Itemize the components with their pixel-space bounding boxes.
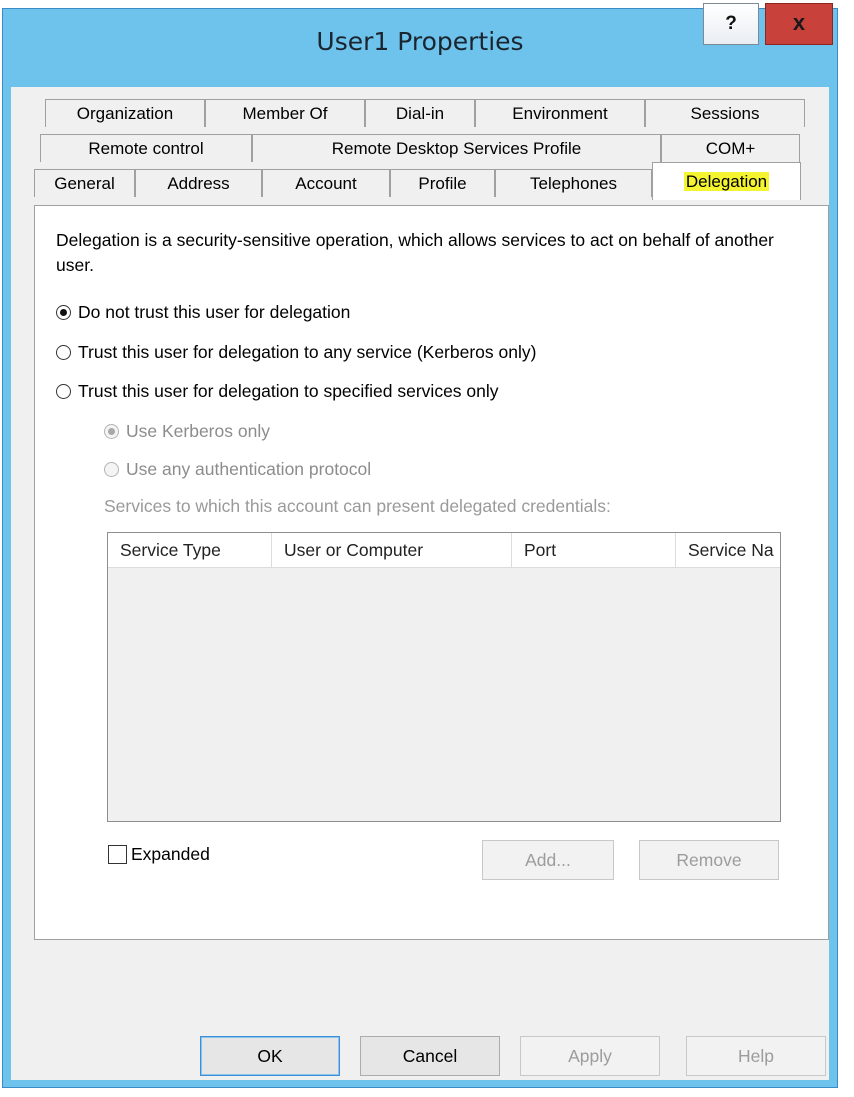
help-icon-button[interactable]: ? [703,3,759,45]
tab-remote-control[interactable]: Remote control [40,134,252,162]
radio-use-any-protocol-label: Use any authentication protocol [126,459,372,479]
expanded-checkbox-row[interactable]: Expanded [108,844,210,865]
tab-environment[interactable]: Environment [475,99,645,127]
close-icon-button[interactable]: x [765,3,833,45]
tab-dial-in[interactable]: Dial-in [365,99,475,127]
radio-empty-icon[interactable] [56,384,71,399]
ok-button[interactable]: OK [200,1036,340,1076]
add-button[interactable]: Add... [482,840,614,880]
radio-use-kerberos-label: Use Kerberos only [126,421,270,441]
cancel-button[interactable]: Cancel [360,1036,500,1076]
tab-com-plus[interactable]: COM+ [661,134,800,162]
radio-trust-specified-services[interactable]: Trust this user for delegation to specif… [56,381,499,402]
radio-empty-icon[interactable] [56,345,71,360]
tab-address[interactable]: Address [135,169,262,197]
tab-delegation-label: Delegation [683,172,770,191]
services-list-header: Service Type User or Computer Port Servi… [108,533,780,568]
radio-trust-specified-label: Trust this user for delegation to specif… [78,381,499,401]
tab-delegation[interactable]: Delegation [652,162,801,200]
radio-use-any-protocol[interactable]: Use any authentication protocol [104,459,371,480]
radio-selected-icon[interactable] [56,305,71,320]
column-port[interactable]: Port [512,533,676,567]
expanded-checkbox[interactable] [108,845,127,864]
help-button[interactable]: Help [686,1036,826,1076]
tab-profile[interactable]: Profile [390,169,495,197]
radio-do-not-trust[interactable]: Do not trust this user for delegation [56,302,350,323]
radio-trust-any-service[interactable]: Trust this user for delegation to any se… [56,342,536,363]
tab-general[interactable]: General [34,169,135,197]
radio-trust-any-service-label: Trust this user for delegation to any se… [78,342,537,362]
column-user-or-computer[interactable]: User or Computer [272,533,512,567]
tab-organization[interactable]: Organization [45,99,205,127]
radio-use-kerberos-only[interactable]: Use Kerberos only [104,421,270,442]
radio-empty-disabled-icon[interactable] [104,462,119,477]
tab-remote-desktop-services-profile[interactable]: Remote Desktop Services Profile [252,134,661,162]
services-list-label: Services to which this account can prese… [104,496,611,516]
title-bar[interactable]: User1 Properties ? x [3,3,837,75]
column-service-name[interactable]: Service Na [676,533,780,567]
radio-do-not-trust-label: Do not trust this user for delegation [78,302,351,322]
delegation-description: Delegation is a security-sensitive opera… [56,230,774,275]
services-list[interactable]: Service Type User or Computer Port Servi… [107,532,781,822]
remove-button[interactable]: Remove [639,840,779,880]
tab-sessions[interactable]: Sessions [645,99,805,127]
tab-telephones[interactable]: Telephones [495,169,652,197]
apply-button[interactable]: Apply [520,1036,660,1076]
tab-account[interactable]: Account [262,169,390,197]
column-service-type[interactable]: Service Type [108,533,272,567]
radio-selected-disabled-icon[interactable] [104,424,119,439]
tab-member-of[interactable]: Member Of [205,99,365,127]
expanded-label: Expanded [131,844,210,864]
